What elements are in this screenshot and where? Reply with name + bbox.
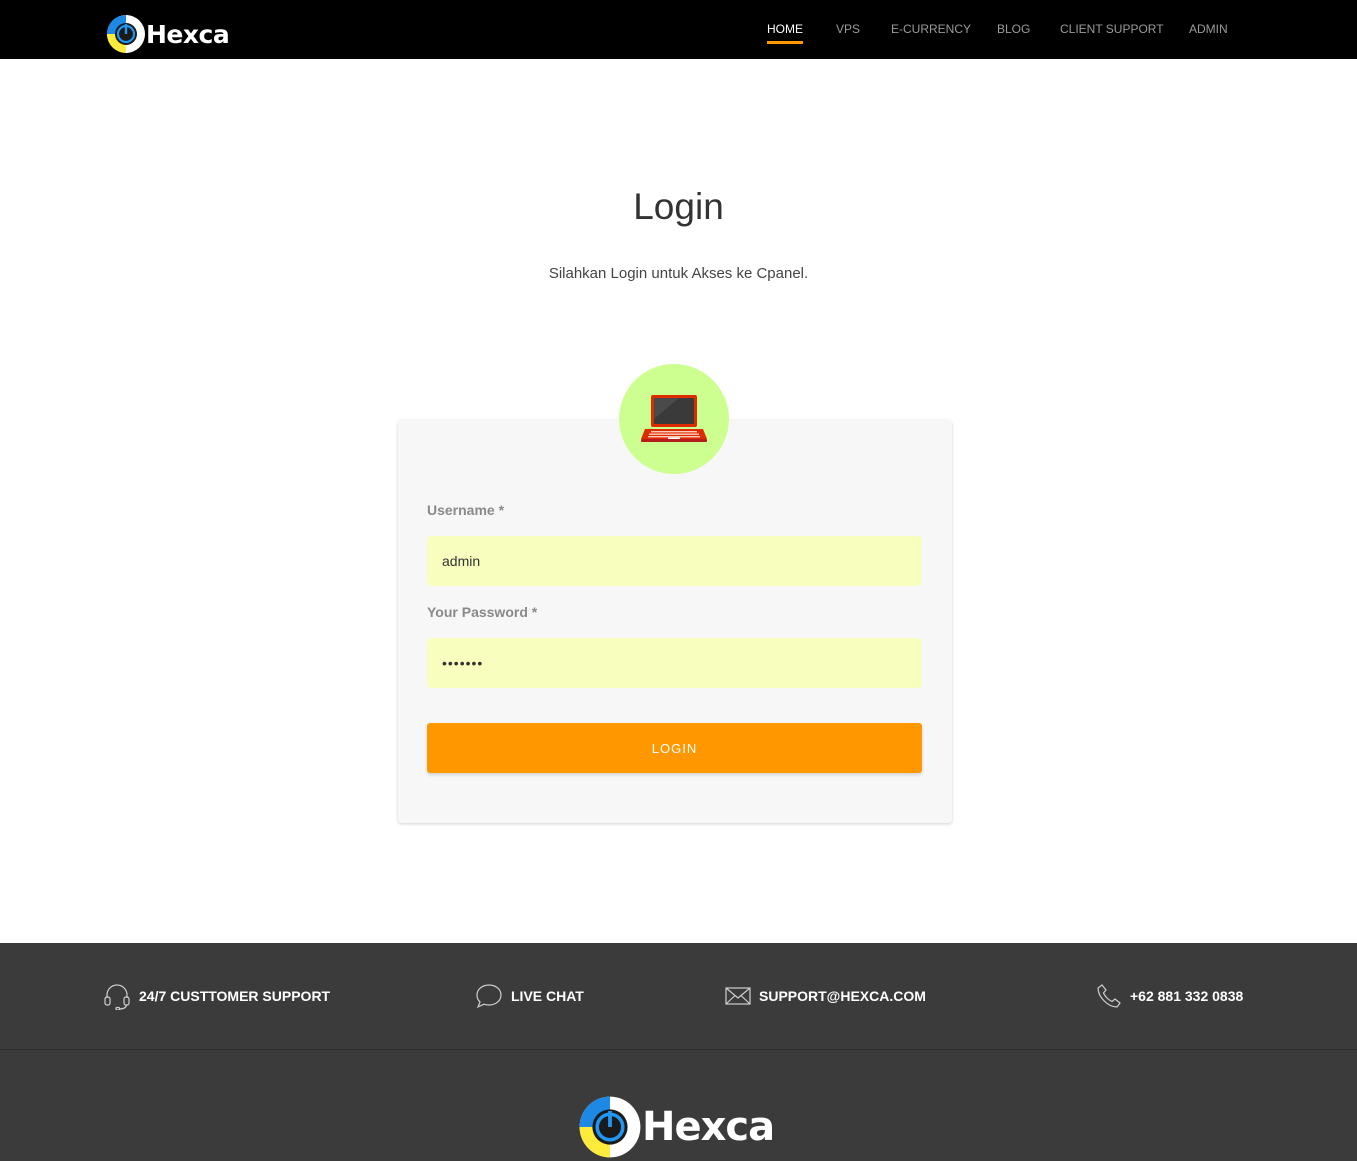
- footer-brand-logo[interactable]: Hexca: [578, 1095, 775, 1159]
- nav-vps[interactable]: VPS: [836, 22, 860, 36]
- phone-icon: [1097, 984, 1121, 1008]
- contact-live-chat[interactable]: LIVE CHAT: [475, 943, 584, 1049]
- chat-bubble-icon: [476, 984, 502, 1009]
- password-input[interactable]: [427, 638, 922, 688]
- nav-e-currency[interactable]: E-CURRENCY: [891, 22, 971, 36]
- password-label: Your Password *: [427, 604, 538, 620]
- nav-home[interactable]: HOME: [767, 22, 803, 44]
- nav-client-support[interactable]: CLIENT SUPPORT: [1060, 22, 1164, 36]
- login-avatar: [619, 364, 729, 474]
- contact-email[interactable]: SUPPORT@HEXCA.COM: [725, 943, 926, 1049]
- power-logo-icon: [579, 1096, 641, 1158]
- page-title: Login: [633, 186, 724, 227]
- login-button[interactable]: LOGIN: [427, 723, 922, 773]
- envelope-icon: [725, 987, 751, 1005]
- nav-blog[interactable]: BLOG: [997, 22, 1030, 36]
- power-logo-icon: [107, 15, 145, 53]
- username-input[interactable]: [427, 536, 922, 586]
- active-nav-indicator: [767, 41, 803, 44]
- laptop-icon: [641, 395, 707, 442]
- contact-phone[interactable]: +62 881 332 0838: [1096, 943, 1243, 1049]
- contact-support[interactable]: 24/7 CUSTTOMER SUPPORT: [103, 943, 330, 1049]
- top-navbar: Hexca HOME VPS E-CURRENCY BLOG CLIENT SU…: [0, 0, 1357, 59]
- nav-home-label: HOME: [767, 22, 803, 36]
- brand-name: Hexca: [146, 19, 230, 49]
- brand-logo[interactable]: Hexca: [106, 14, 230, 54]
- contact-phone-label: +62 881 332 0838: [1130, 988, 1244, 1004]
- nav-admin[interactable]: ADMIN: [1189, 22, 1228, 36]
- contact-email-label: SUPPORT@HEXCA.COM: [759, 988, 926, 1004]
- headset-icon: [104, 984, 130, 1010]
- contact-support-label: 24/7 CUSTTOMER SUPPORT: [139, 988, 331, 1004]
- page-subtitle: Silahkan Login untuk Akses ke Cpanel.: [548, 265, 809, 282]
- username-label: Username *: [427, 502, 505, 518]
- footer-brand-name: Hexca: [642, 1104, 775, 1150]
- footer-brand-bar: Hexca: [0, 1050, 1357, 1161]
- contact-live-chat-label: LIVE CHAT: [511, 988, 584, 1004]
- footer-contact-bar: 24/7 CUSTTOMER SUPPORT LIVE CHAT SUPPORT…: [0, 943, 1357, 1050]
